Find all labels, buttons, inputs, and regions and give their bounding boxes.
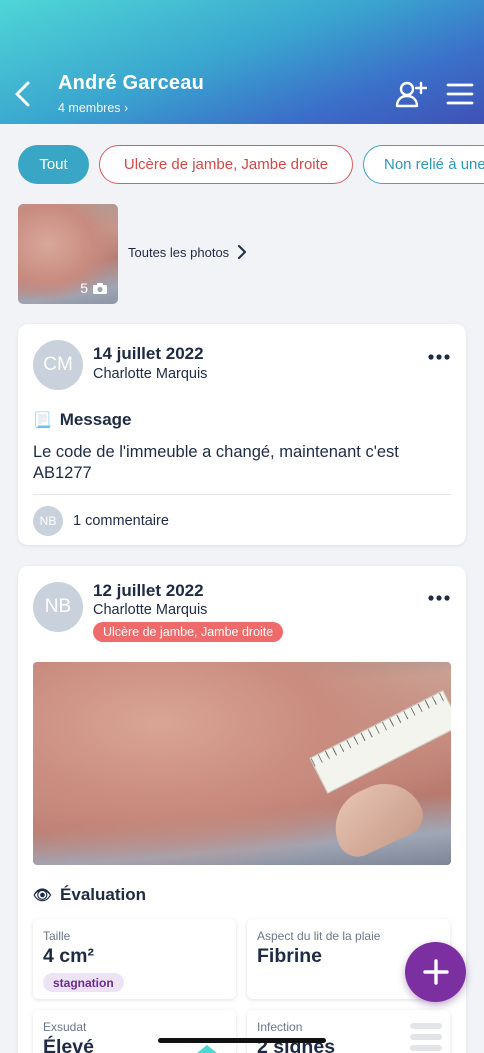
pointer-marker [197,1045,217,1053]
add-entry-button[interactable] [405,942,466,1002]
members-link[interactable]: 4 membres › [58,101,128,115]
more-options-button[interactable] [428,589,450,601]
post-author: Charlotte Marquis [93,602,208,618]
post-date: 14 juillet 2022 [93,344,204,363]
avatar: CM [33,340,83,390]
message-text: Le code de l'immeuble a changé, maintena… [33,443,399,482]
metric-label: Taille [43,929,71,943]
more-options-button[interactable] [428,348,450,360]
ellipsis-icon [428,354,450,360]
metric-label: Infection [257,1020,303,1034]
metric-label: Exsudat [43,1020,87,1034]
patient-name: André Garceau [58,72,204,94]
section-title: 👁 Évaluation [33,885,146,905]
post-date: 12 juillet 2022 [93,581,204,600]
chevron-right-icon [238,245,247,259]
plus-icon [422,959,449,985]
avatar: NB [33,582,83,632]
hamburger-icon [446,83,474,105]
metric-value: Élevé [43,1036,94,1053]
post-card[interactable]: CM 14 juillet 2022 Charlotte Marquis 📃 M… [18,324,466,545]
filter-chip-unlinked[interactable]: Non relié à une [363,145,484,184]
home-indicator[interactable] [158,1038,326,1043]
post-card[interactable]: NB 12 juillet 2022 Charlotte Marquis Ulc… [18,566,466,1053]
wound-photo[interactable] [33,662,451,865]
commenter-avatar: NB [33,506,63,536]
wound-tag[interactable]: Ulcère de jambe, Jambe droite [93,622,284,642]
comments-count: 1 commentaire [73,513,169,529]
comments-link[interactable]: NB 1 commentaire [33,506,169,536]
metric-value: Fibrine [257,945,323,967]
add-user-icon [395,81,428,108]
metric-label: Aspect du lit de la plaie [257,929,381,943]
all-photos-link[interactable]: Toutes les photos [128,244,247,260]
ellipsis-icon [428,595,450,601]
post-author: Charlotte Marquis [93,366,208,382]
photo-count: 5 [80,280,108,296]
scroll-icon: 📃 [33,412,52,429]
app-header: André Garceau 4 membres › [0,0,484,124]
eye-icon: 👁 [33,887,53,904]
filter-chip-ulcer[interactable]: Ulcère de jambe, Jambe droite [99,145,353,184]
all-photos-label: Toutes les photos [128,244,230,260]
filter-chip-all[interactable]: Tout [18,145,89,184]
chevron-left-icon [15,81,30,107]
metric-value: 4 cm² [43,945,94,967]
photo-count-value: 5 [80,280,88,296]
drag-handle-icon[interactable] [410,1022,442,1052]
section-label: Message [59,410,132,429]
metric-size[interactable]: Taille 4 cm² stagnation [33,919,236,999]
section-title: 📃 Message [33,410,132,430]
trend-badge: stagnation [43,973,124,992]
photo-thumbnail[interactable]: 5 [18,204,118,304]
add-member-button[interactable] [395,80,428,108]
menu-button[interactable] [446,82,474,106]
ruler-image [309,690,451,794]
section-label: Évaluation [60,885,147,904]
divider [33,494,451,495]
camera-icon [93,282,107,294]
back-button[interactable] [12,80,36,108]
